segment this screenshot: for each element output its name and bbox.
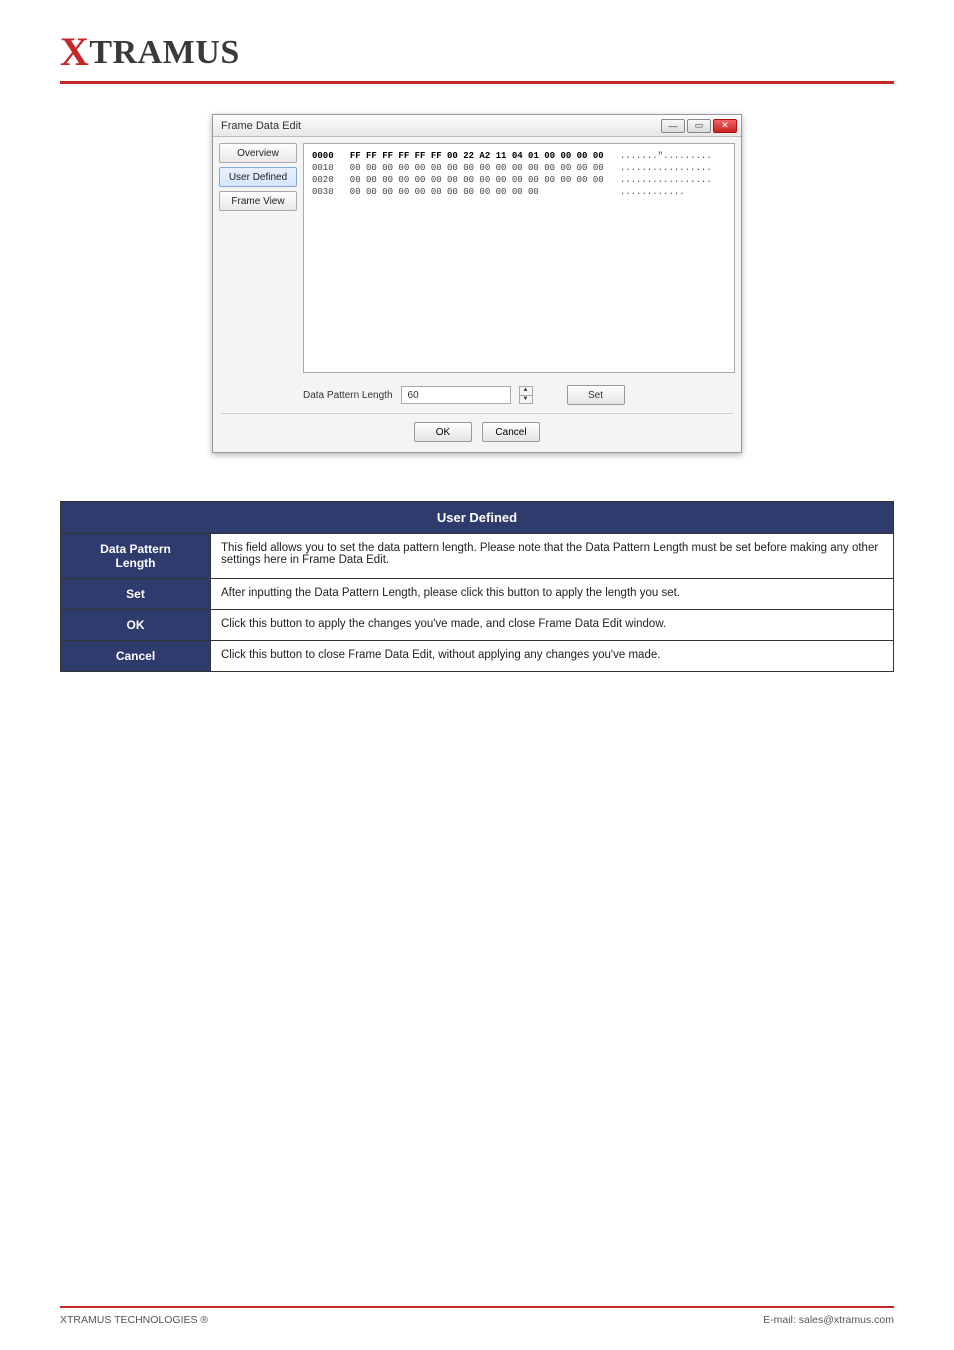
hex-line-2: 0020 00 00 00 00 00 00 00 00 00 00 00 00… [312, 175, 712, 185]
row-label: OK [61, 610, 211, 641]
tab-user-defined[interactable]: User Defined [219, 167, 297, 187]
footer-left: XTRAMUS TECHNOLOGIES ® [60, 1314, 208, 1326]
tab-frame-view[interactable]: Frame View [219, 191, 297, 211]
close-button[interactable]: ✕ [713, 119, 737, 133]
row-label: Set [61, 579, 211, 610]
footer-right: E-mail: sales@xtramus.com [763, 1314, 894, 1326]
row-desc: After inputting the Data Pattern Length,… [211, 579, 894, 610]
table-header: User Defined [61, 502, 894, 534]
ok-button[interactable]: OK [414, 422, 472, 442]
data-pattern-length-value: 60 [408, 390, 419, 401]
hex-line-1: 0010 00 00 00 00 00 00 00 00 00 00 00 00… [312, 163, 712, 173]
data-pattern-length-stepper[interactable]: ▲▼ [519, 386, 533, 404]
brand-logo: XTRAMUS [60, 28, 894, 75]
row-desc: This field allows you to set the data pa… [211, 534, 894, 579]
set-button[interactable]: Set [567, 385, 625, 405]
table-row: Data Pattern Length This field allows yo… [61, 534, 894, 579]
frame-data-edit-dialog: Frame Data Edit — ▭ ✕ Overview User Defi… [212, 114, 742, 453]
row-label: Cancel [61, 641, 211, 672]
chevron-down-icon[interactable]: ▼ [520, 396, 532, 404]
data-pattern-length-label: Data Pattern Length [303, 390, 393, 401]
description-table: User Defined Data Pattern Length This fi… [60, 501, 894, 672]
hex-bytes-0: FF FF FF FF FF FF 00 22 A2 11 04 01 00 0… [350, 151, 604, 161]
table-row: Cancel Click this button to close Frame … [61, 641, 894, 672]
row-desc: Click this button to apply the changes y… [211, 610, 894, 641]
tab-overview[interactable]: Overview [219, 143, 297, 163]
hex-dump-panel[interactable]: 0000 FF FF FF FF FF FF 00 22 A2 11 04 01… [303, 143, 735, 373]
chevron-up-icon[interactable]: ▲ [520, 387, 532, 396]
dialog-title: Frame Data Edit [221, 120, 661, 132]
hex-line-3: 0030 00 00 00 00 00 00 00 00 00 00 00 00… [312, 187, 685, 197]
table-row: Set After inputting the Data Pattern Len… [61, 579, 894, 610]
maximize-button[interactable]: ▭ [687, 119, 711, 133]
minimize-button[interactable]: — [661, 119, 685, 133]
row-label: Data Pattern Length [61, 534, 211, 579]
hex-ascii-0: ......."......... [620, 151, 712, 161]
dialog-sidebar: Overview User Defined Frame View [219, 143, 297, 373]
page-footer: XTRAMUS TECHNOLOGIES ® E-mail: sales@xtr… [60, 1306, 894, 1326]
cancel-button[interactable]: Cancel [482, 422, 540, 442]
data-pattern-length-input[interactable]: 60 [401, 386, 511, 404]
row-desc: Click this button to close Frame Data Ed… [211, 641, 894, 672]
table-row: OK Click this button to apply the change… [61, 610, 894, 641]
dialog-titlebar[interactable]: Frame Data Edit — ▭ ✕ [213, 115, 741, 137]
hex-offset-0: 0000 [312, 151, 334, 161]
